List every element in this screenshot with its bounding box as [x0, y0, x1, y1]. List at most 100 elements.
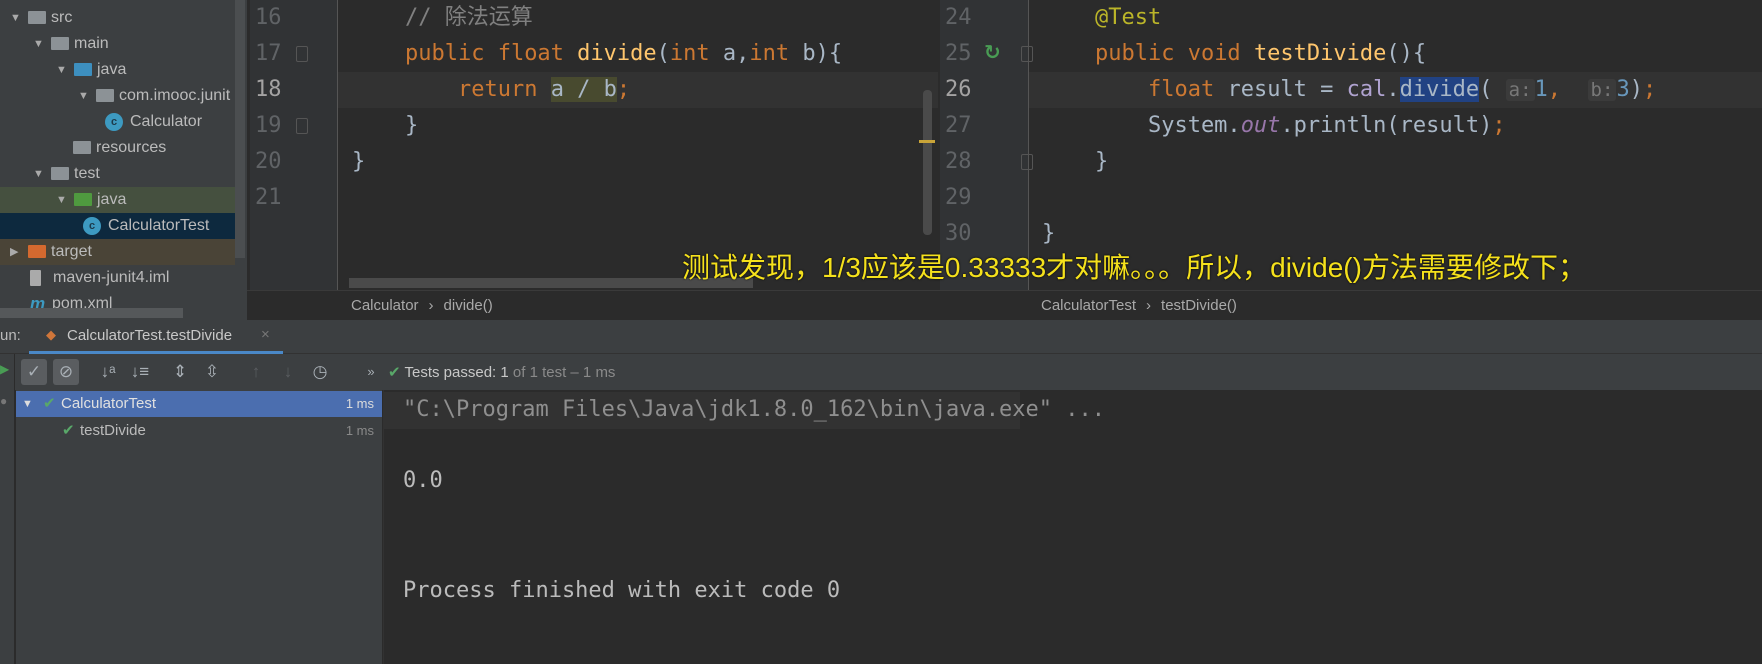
tree-item-java[interactable]: ▼ java — [0, 57, 235, 83]
code-token: 3 — [1616, 77, 1630, 102]
code-token: testDivide — [1253, 41, 1387, 66]
folder-icon — [51, 37, 69, 50]
status-count: 1 — [500, 364, 509, 381]
passed-check-icon: ✔ — [43, 395, 56, 412]
fold-icon[interactable] — [296, 118, 308, 134]
status-suffix: of 1 test – 1 ms — [512, 364, 616, 381]
code-line: // 除法运算 — [352, 0, 533, 36]
tree-item-label: java — [97, 61, 127, 78]
test-folder-icon — [74, 193, 92, 206]
rerun-icon[interactable]: ▶ — [0, 362, 9, 376]
breadcrumb-item[interactable]: testDivide() — [1161, 297, 1237, 314]
sidebar-vertical-scrollbar[interactable] — [235, 0, 245, 258]
breadcrumb-item[interactable]: CalculatorTest — [1041, 297, 1136, 314]
test-history-icon[interactable]: ◷ — [307, 359, 333, 385]
expand-all-icon[interactable]: ⇕ — [167, 359, 193, 385]
test-name: testDivide — [80, 422, 146, 439]
parameter-hint: b: — [1587, 79, 1617, 101]
tree-item-calculator[interactable]: c Calculator — [0, 109, 235, 135]
tree-item-target[interactable]: ▶ target — [0, 239, 235, 265]
tab-calculator-test-testdivide[interactable]: ◆ CalculatorTest.testDivide × — [29, 320, 283, 354]
console-command-line: "C:\Program Files\Java\jdk1.8.0_162\bin\… — [403, 397, 1105, 422]
tab-title: CalculatorTest.testDivide — [67, 327, 233, 344]
expand-arrow-icon[interactable]: ▼ — [22, 391, 33, 417]
sort-alphabetically-icon[interactable]: ↓ᵃ — [95, 359, 121, 385]
collapse-arrow-icon[interactable]: ▼ — [10, 5, 21, 31]
code-token: , — [1547, 77, 1575, 102]
code-token: return — [457, 77, 551, 102]
collapse-all-icon[interactable]: ⇳ — [199, 359, 225, 385]
tree-item-com-imooc-junit[interactable]: ▼ com.imooc.junit — [0, 83, 235, 109]
breadcrumb-item[interactable]: Calculator — [351, 297, 419, 314]
code-token: ; — [616, 77, 631, 102]
folder-icon — [51, 167, 69, 180]
tree-item-main[interactable]: ▼ main — [0, 31, 235, 57]
next-failed-icon[interactable]: ↓ — [275, 359, 301, 385]
close-icon[interactable]: × — [261, 326, 270, 343]
fold-icon[interactable] — [296, 46, 308, 62]
line-number: 27 — [945, 113, 972, 138]
test-name: CalculatorTest — [61, 395, 157, 412]
sort-by-duration-icon[interactable]: ↓≡ — [127, 359, 153, 385]
tree-item-label: resources — [96, 139, 167, 156]
package-icon — [96, 89, 114, 102]
more-icon[interactable]: » — [358, 359, 384, 385]
status-prefix: Tests passed: — [404, 364, 497, 381]
tree-item-label: java — [97, 191, 127, 208]
tree-item-src[interactable]: ▼ src — [0, 5, 235, 31]
sidebar-horizontal-scrollbar[interactable] — [0, 308, 183, 318]
tree-item-test[interactable]: ▼ test — [0, 161, 235, 187]
collapse-arrow-icon[interactable]: ▼ — [33, 161, 44, 187]
tree-item-maven-junit4-iml[interactable]: maven-junit4.iml — [0, 265, 235, 291]
code-token: a, — [722, 41, 750, 66]
previous-failed-icon[interactable]: ↑ — [243, 359, 269, 385]
parameter-hint: a: — [1505, 79, 1535, 101]
tree-item-java[interactable]: ▼ java — [0, 187, 235, 213]
run-test-icon[interactable]: ↻ — [984, 40, 1001, 65]
line-number: 25 — [945, 41, 972, 66]
fold-icon[interactable] — [1021, 154, 1033, 170]
test-row-calculatortest[interactable]: ▼ ✔ CalculatorTest 1 ms — [16, 391, 382, 417]
code-token: out — [1240, 113, 1281, 138]
code-token: .println(result) — [1280, 113, 1493, 138]
expand-arrow-icon[interactable]: ▶ — [10, 239, 18, 265]
video-subtitle: 测试发现，1/3应该是0.33333才对嘛。。。所以，divide()方法需要修… — [682, 252, 1586, 283]
show-passed-button[interactable]: ✓ — [21, 359, 47, 385]
code-token: int — [669, 41, 723, 66]
editor-vertical-scrollbar[interactable] — [923, 90, 932, 235]
test-results-tree: ▼ ✔ CalculatorTest 1 ms ✔ testDivide 1 m… — [16, 390, 382, 664]
tree-item-calculatortest[interactable]: c CalculatorTest — [0, 213, 235, 239]
code-token: ( — [656, 41, 670, 66]
line-number: 20 — [255, 149, 282, 174]
code-token: ( — [1479, 77, 1506, 102]
collapse-arrow-icon[interactable]: ▼ — [78, 83, 89, 109]
stop-icon[interactable]: ● — [0, 394, 7, 408]
show-ignored-button[interactable]: ⊘ — [53, 359, 79, 385]
run-side-toolbar: ▶ ● — [0, 354, 15, 664]
code-token: } — [1042, 221, 1056, 246]
breadcrumb-item[interactable]: divide() — [444, 297, 493, 314]
test-class-icon: c — [83, 217, 101, 235]
collapse-arrow-icon[interactable]: ▼ — [33, 31, 44, 57]
line-number: 24 — [945, 5, 972, 30]
tree-item-resources[interactable]: resources — [0, 135, 235, 161]
code-token: cal — [1346, 77, 1387, 102]
tree-item-label: Calculator — [130, 113, 203, 130]
code-token: // 除法运算 — [404, 5, 533, 30]
code-token: result = — [1227, 77, 1347, 102]
collapse-arrow-icon[interactable]: ▼ — [56, 57, 67, 83]
code-token: public float — [404, 41, 578, 66]
code-token: System. — [1042, 113, 1241, 138]
test-row-testdivide[interactable]: ✔ testDivide 1 ms — [16, 418, 382, 444]
code-token: } — [352, 149, 366, 174]
code-line: System.out.println(result); — [1042, 108, 1506, 144]
code-token: divide — [577, 41, 657, 66]
collapse-arrow-icon[interactable]: ▼ — [56, 187, 67, 213]
console-output[interactable]: "C:\Program Files\Java\jdk1.8.0_162\bin\… — [383, 390, 1762, 664]
fold-icon[interactable] — [1021, 46, 1033, 62]
code-line: return a / b; — [352, 72, 630, 108]
line-number: 17 — [255, 41, 282, 66]
